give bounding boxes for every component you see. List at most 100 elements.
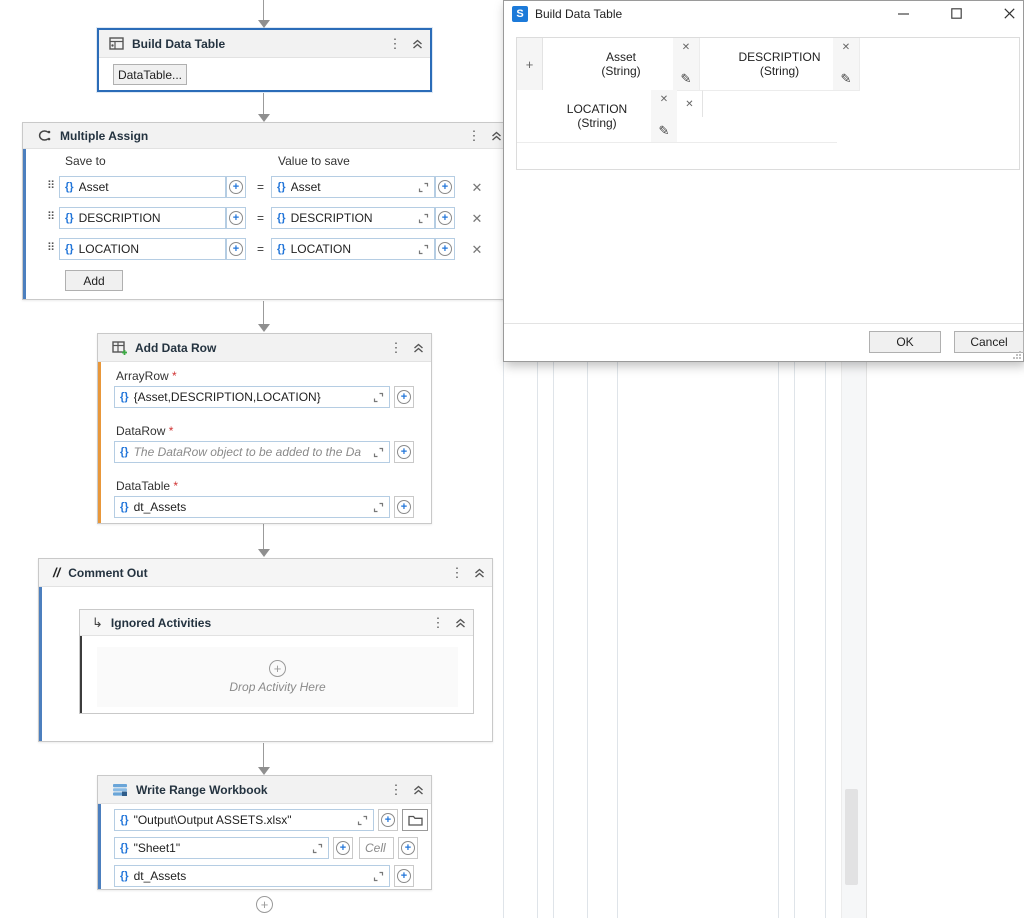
- edit-column-icon[interactable]: ✎: [681, 71, 692, 87]
- assign-value-input[interactable]: {} DESCRIPTION: [271, 207, 435, 229]
- collapse-icon[interactable]: [453, 618, 467, 628]
- delete-column-icon[interactable]: ✕: [660, 94, 668, 105]
- empty-cell[interactable]: [703, 90, 860, 117]
- assign-target-value: DESCRIPTION: [78, 211, 161, 225]
- plus-options-button[interactable]: +: [394, 441, 414, 463]
- close-button[interactable]: [994, 1, 1024, 19]
- kebab-menu-icon[interactable]: ⋮: [389, 782, 403, 798]
- arrayrow-input[interactable]: {} {Asset,DESCRIPTION,LOCATION}: [114, 386, 390, 408]
- plus-options-button[interactable]: +: [394, 865, 414, 887]
- activity-add-data-row[interactable]: Add Data Row ⋮ ArrayRow * {} {Asset,DESC…: [97, 333, 432, 524]
- kebab-menu-icon[interactable]: ⋮: [467, 128, 481, 144]
- collapse-icon[interactable]: [472, 568, 486, 578]
- plus-options-button[interactable]: +: [378, 809, 398, 831]
- expand-editor-icon[interactable]: [418, 244, 429, 255]
- empty-cell[interactable]: [677, 142, 837, 169]
- plus-options-button[interactable]: +: [226, 176, 246, 198]
- kebab-menu-icon[interactable]: ⋮: [388, 36, 402, 52]
- assign-target-input[interactable]: {} Asset: [59, 176, 226, 198]
- activity-header[interactable]: Build Data Table ⋮: [99, 30, 430, 58]
- datatable-edit-button[interactable]: DataTable...: [113, 64, 187, 85]
- assign-value-input[interactable]: {} Asset: [271, 176, 435, 198]
- expand-editor-icon[interactable]: [373, 502, 384, 513]
- delete-column-icon[interactable]: ✕: [682, 42, 690, 53]
- delete-row-icon[interactable]: ✕: [469, 211, 485, 227]
- cancel-button[interactable]: Cancel: [954, 331, 1024, 353]
- kebab-menu-icon[interactable]: ⋮: [431, 615, 445, 631]
- plus-options-button[interactable]: +: [435, 207, 455, 229]
- background-scrollbar-thumb[interactable]: [845, 789, 858, 885]
- connector-line: [263, 743, 264, 767]
- sequence-ignored-activities[interactable]: ↳ Ignored Activities ⋮ + Drop Activity H…: [79, 609, 474, 714]
- connector-arrow-icon: [258, 114, 270, 122]
- expand-editor-icon[interactable]: [418, 213, 429, 224]
- value-to-save-column-header: Value to save: [278, 154, 350, 168]
- datatable-input[interactable]: {} dt_Assets: [114, 496, 390, 518]
- activity-build-data-table[interactable]: Build Data Table ⋮ DataTable...: [97, 28, 432, 92]
- activity-header[interactable]: Add Data Row ⋮: [98, 334, 431, 362]
- plus-options-button[interactable]: +: [398, 837, 418, 859]
- delete-column-icon[interactable]: ✕: [842, 42, 850, 53]
- drag-handle-icon[interactable]: ⠿: [47, 241, 55, 254]
- collapse-icon[interactable]: [489, 131, 503, 141]
- plus-options-button[interactable]: +: [394, 386, 414, 408]
- arrayrow-value: {Asset,DESCRIPTION,LOCATION}: [133, 390, 321, 404]
- cell-input[interactable]: Cell: [359, 837, 394, 859]
- plus-options-button[interactable]: +: [435, 176, 455, 198]
- edit-column-icon[interactable]: ✎: [841, 71, 852, 87]
- column-header-description[interactable]: DESCRIPTION (String) ✕ ✎: [700, 38, 860, 90]
- write-range-datatable-input[interactable]: {} dt_Assets: [114, 865, 390, 887]
- add-column-button[interactable]: +: [517, 38, 543, 90]
- sheet-name-input[interactable]: {} "Sheet1": [114, 837, 329, 859]
- expand-editor-icon[interactable]: [373, 871, 384, 882]
- plus-options-button[interactable]: +: [226, 238, 246, 260]
- activity-write-range-workbook[interactable]: Write Range Workbook ⋮ {} "Output\Output…: [97, 775, 432, 890]
- collapse-icon[interactable]: [411, 343, 425, 353]
- resize-grip[interactable]: [1013, 351, 1021, 359]
- kebab-menu-icon[interactable]: ⋮: [389, 340, 403, 356]
- assign-target-input[interactable]: {} DESCRIPTION: [59, 207, 226, 229]
- minimize-button[interactable]: [888, 1, 918, 19]
- collapse-icon[interactable]: [411, 785, 425, 795]
- plus-options-button[interactable]: +: [394, 496, 414, 518]
- braces-icon: {}: [277, 212, 286, 224]
- expand-editor-icon[interactable]: [418, 182, 429, 193]
- equals-sign: =: [257, 180, 265, 194]
- assign-target-input[interactable]: {} LOCATION: [59, 238, 226, 260]
- plus-options-button[interactable]: +: [226, 207, 246, 229]
- edit-column-icon[interactable]: ✎: [659, 123, 670, 139]
- activity-comment-out[interactable]: // Comment Out ⋮ ↳ Ignored Activities ⋮ …: [38, 558, 493, 742]
- expand-editor-icon[interactable]: [373, 392, 384, 403]
- activity-header[interactable]: Write Range Workbook ⋮: [98, 776, 431, 804]
- kebab-menu-icon[interactable]: ⋮: [450, 565, 464, 581]
- add-assignment-button[interactable]: Add: [65, 270, 123, 291]
- maximize-button[interactable]: [941, 1, 971, 19]
- delete-row-icon[interactable]: ✕: [469, 180, 485, 196]
- activity-multiple-assign[interactable]: Multiple Assign ⋮ Save to Value to save …: [22, 122, 510, 300]
- drag-handle-icon[interactable]: ⠿: [47, 179, 55, 192]
- activity-header[interactable]: ↳ Ignored Activities ⋮: [80, 610, 473, 636]
- delete-data-row-button[interactable]: ✕: [677, 90, 703, 117]
- browse-folder-button[interactable]: [402, 809, 428, 831]
- background-panel-divider: [553, 362, 554, 918]
- activity-header[interactable]: // Comment Out ⋮: [39, 559, 492, 587]
- expand-editor-icon[interactable]: [357, 815, 368, 826]
- datarow-input[interactable]: {} The DataRow object to be added to the…: [114, 441, 390, 463]
- plus-options-button[interactable]: +: [333, 837, 353, 859]
- delete-row-icon[interactable]: ✕: [469, 242, 485, 258]
- activity-header[interactable]: Multiple Assign ⋮: [23, 123, 509, 149]
- expand-editor-icon[interactable]: [312, 843, 323, 854]
- expand-editor-icon[interactable]: [373, 447, 384, 458]
- assign-value-input[interactable]: {} LOCATION: [271, 238, 435, 260]
- add-activity-plus-icon[interactable]: +: [256, 896, 273, 913]
- column-header-asset[interactable]: Asset (String) ✕ ✎: [543, 38, 700, 90]
- drop-activity-zone[interactable]: + Drop Activity Here: [97, 647, 458, 707]
- plus-options-button[interactable]: +: [435, 238, 455, 260]
- background-panel-divider: [617, 362, 618, 918]
- column-header-location[interactable]: LOCATION (String) ✕ ✎: [517, 90, 677, 142]
- ok-button[interactable]: OK: [869, 331, 941, 353]
- collapse-icon[interactable]: [410, 39, 424, 49]
- workbook-path-input[interactable]: {} "Output\Output ASSETS.xlsx": [114, 809, 374, 831]
- empty-cell[interactable]: [517, 142, 677, 169]
- drag-handle-icon[interactable]: ⠿: [47, 210, 55, 223]
